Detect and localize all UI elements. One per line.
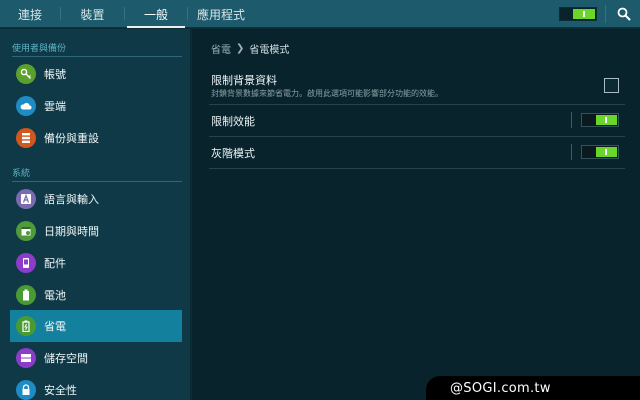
- sidebar-item-date-time[interactable]: 日期與時間: [10, 215, 182, 247]
- tab-connections[interactable]: 連接: [0, 0, 60, 28]
- sidebar-item-label: 備份與重設: [44, 132, 99, 145]
- storage-icon: [16, 348, 36, 368]
- setting-title: 灰階模式: [211, 147, 255, 160]
- sidebar-item-label: 電池: [44, 289, 66, 302]
- language-icon: [16, 189, 36, 209]
- grayscale-mode-switch[interactable]: [581, 145, 619, 159]
- setting-description: 封鎖背景數據來節省電力。啟用此選項可能影響部分功能的效能。: [211, 89, 443, 98]
- sidebar-item-storage[interactable]: 儲存空間: [10, 342, 182, 374]
- sidebar-item-label: 儲存空間: [44, 352, 88, 365]
- tab-device-label: 裝置: [80, 7, 105, 22]
- setting-restrict-background-data[interactable]: 限制背景資料 封鎖背景數據來節省電力。啟用此選項可能影響部分功能的效能。: [209, 67, 625, 105]
- settings-sidebar: 使用者與備份 帳號 雲端 備份與重設 系統 語言與輸入 日期與時間 配件 電池 …: [0, 29, 191, 400]
- sidebar-item-backup-reset[interactable]: 備份與重設: [10, 122, 182, 154]
- control-divider: [571, 144, 572, 160]
- sidebar-item-label: 省電: [44, 320, 66, 333]
- accessory-icon: [16, 253, 36, 273]
- master-switch-knob: [573, 9, 595, 19]
- setting-title: 限制效能: [211, 115, 255, 128]
- lock-icon: [16, 380, 36, 400]
- tab-general-label: 一般: [143, 7, 168, 22]
- backup-icon: [16, 128, 36, 148]
- sidebar-item-battery[interactable]: 電池: [10, 279, 182, 311]
- sidebar-item-label: 日期與時間: [44, 225, 99, 238]
- key-icon: [16, 64, 36, 84]
- section-header-user-backup: 使用者與備份: [12, 41, 182, 57]
- restrict-performance-control: [571, 112, 619, 128]
- power-saving-icon: [16, 316, 36, 336]
- sidebar-item-cloud[interactable]: 雲端: [10, 90, 182, 122]
- toolbar-divider: [605, 5, 606, 23]
- watermark: @SOGI.com.tw: [426, 376, 640, 400]
- sidebar-item-accessories[interactable]: 配件: [10, 247, 182, 279]
- search-button[interactable]: [612, 0, 636, 28]
- sidebar-item-label: 帳號: [44, 68, 66, 81]
- tab-applications-label: 應用程式: [196, 7, 245, 22]
- breadcrumb: 省電 ❯ 省電模式: [211, 41, 289, 56]
- restrict-performance-switch[interactable]: [581, 113, 619, 127]
- setting-restrict-performance[interactable]: 限制效能: [209, 105, 625, 137]
- control-divider: [571, 112, 572, 128]
- cloud-icon: [16, 96, 36, 116]
- tab-applications[interactable]: 應用程式: [188, 0, 254, 28]
- tab-connections-label: 連接: [17, 7, 42, 22]
- grayscale-mode-control: [571, 144, 619, 160]
- section-header-system: 系統: [12, 166, 182, 182]
- sidebar-item-power-saving[interactable]: 省電: [10, 310, 182, 342]
- sidebar-item-label: 雲端: [44, 100, 66, 113]
- tab-device[interactable]: 裝置: [61, 0, 124, 28]
- sidebar-item-accounts[interactable]: 帳號: [10, 58, 182, 90]
- switch-knob: [596, 115, 617, 125]
- breadcrumb-parent[interactable]: 省電: [211, 41, 231, 56]
- tab-general[interactable]: 一般: [125, 0, 187, 28]
- top-bar-actions: [559, 0, 640, 28]
- top-tab-bar: 連接 裝置 一般 應用程式: [0, 0, 640, 28]
- search-icon: [617, 7, 631, 21]
- sidebar-item-security[interactable]: 安全性: [10, 374, 182, 400]
- setting-title: 限制背景資料: [211, 74, 277, 87]
- switch-knob: [596, 147, 617, 157]
- sidebar-item-label: 配件: [44, 257, 66, 270]
- power-saving-mode-panel: 省電 ❯ 省電模式 限制背景資料 封鎖背景數據來節省電力。啟用此選項可能影響部分…: [192, 29, 640, 400]
- chevron-right-icon: ❯: [236, 43, 245, 54]
- calendar-icon: [16, 221, 36, 241]
- sidebar-item-label: 安全性: [44, 384, 77, 397]
- sidebar-item-label: 語言與輸入: [44, 193, 99, 206]
- battery-icon: [16, 285, 36, 305]
- breadcrumb-current: 省電模式: [249, 45, 290, 56]
- master-switch[interactable]: [559, 7, 597, 21]
- restrict-background-data-checkbox[interactable]: [604, 78, 619, 93]
- sidebar-item-language-input[interactable]: 語言與輸入: [10, 183, 182, 215]
- setting-grayscale-mode[interactable]: 灰階模式: [209, 137, 625, 169]
